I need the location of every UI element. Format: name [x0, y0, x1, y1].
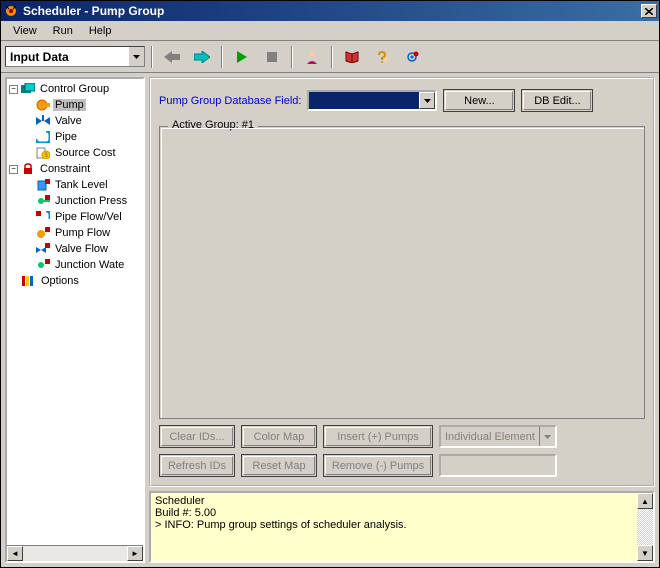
help-icon[interactable] — [369, 44, 395, 70]
scroll-down-icon[interactable]: ▼ — [637, 545, 653, 561]
mode-combo-text: Input Data — [6, 50, 128, 64]
menu-help[interactable]: Help — [81, 23, 120, 39]
junction-icon — [35, 193, 51, 209]
tree-options[interactable]: Options — [7, 273, 143, 289]
scroll-right-icon[interactable]: ► — [127, 546, 143, 561]
chevron-down-icon — [539, 427, 555, 446]
junctionwater-icon — [35, 257, 51, 273]
tank-icon — [35, 177, 51, 193]
dbedit-button[interactable]: DB Edit... — [521, 89, 593, 112]
menu-run[interactable]: Run — [45, 23, 81, 39]
menu-view[interactable]: View — [5, 23, 45, 39]
app-icon — [3, 3, 19, 19]
scroll-left-icon[interactable]: ◄ — [7, 546, 23, 561]
tree-item-pumpflow[interactable]: Pump Flow — [7, 225, 143, 241]
log-text: Scheduler Build #: 5.00 > INFO: Pump gro… — [151, 493, 637, 561]
clearids-button[interactable]: Clear IDs... — [159, 425, 235, 448]
insert-pumps-button[interactable]: Insert (+) Pumps — [323, 425, 433, 448]
tree-root[interactable]: − Control Group — [7, 81, 143, 97]
tree-item-junctionpress[interactable]: Junction Press — [7, 193, 143, 209]
tree-item-tanklevel[interactable]: Tank Level — [7, 177, 143, 193]
close-button[interactable] — [641, 4, 657, 18]
user-icon[interactable] — [299, 44, 325, 70]
tree-item-pipeflow[interactable]: Pipe Flow/Vel — [7, 209, 143, 225]
window-title: Scheduler - Pump Group — [23, 4, 639, 18]
main-area: − Control Group Pump Valve Pi — [1, 73, 659, 567]
empty-field — [439, 454, 557, 477]
valve-icon — [35, 113, 51, 129]
mode-combo[interactable]: Input Data — [5, 46, 145, 67]
group-label: Active Group: #1 — [168, 119, 258, 131]
tree[interactable]: − Control Group Pump Valve Pi — [7, 79, 143, 545]
db-field-label: Pump Group Database Field: — [159, 95, 301, 107]
tree-constraint[interactable]: − Constraint — [7, 161, 143, 177]
log-panel: Scheduler Build #: 5.00 > INFO: Pump gro… — [149, 491, 655, 563]
tree-item-sourcecost[interactable]: $ Source Cost — [7, 145, 143, 161]
tree-item-valve[interactable]: Valve — [7, 113, 143, 129]
colormap-button[interactable]: Color Map — [241, 425, 317, 448]
group-icon — [20, 81, 36, 97]
right-panel: Pump Group Database Field: New... DB Edi… — [149, 77, 655, 563]
tree-hscroll[interactable]: ◄ ► — [7, 545, 143, 561]
back-button[interactable] — [159, 44, 185, 70]
titlebar: Scheduler - Pump Group — [1, 1, 659, 21]
cost-icon: $ — [35, 145, 51, 161]
options-icon — [21, 273, 37, 289]
log-vscroll[interactable]: ▲ ▼ — [637, 493, 653, 561]
run-button[interactable] — [229, 44, 255, 70]
form-area: Pump Group Database Field: New... DB Edi… — [149, 77, 655, 487]
tree-item-valveflow[interactable]: Valve Flow — [7, 241, 143, 257]
pipeflow-icon — [35, 209, 51, 225]
tree-item-pipe[interactable]: Pipe — [7, 129, 143, 145]
refreshids-button[interactable]: Refresh IDs — [159, 454, 235, 477]
toolbar: Input Data — [1, 41, 659, 73]
chevron-down-icon — [419, 92, 435, 109]
pump-icon — [35, 97, 51, 113]
collapse-icon[interactable]: − — [9, 165, 18, 174]
tree-item-junctionwater[interactable]: Junction Wate — [7, 257, 143, 273]
pipe-icon — [35, 129, 51, 145]
active-group-box: Active Group: #1 — [159, 126, 645, 419]
element-combo: Individual Element — [439, 425, 557, 448]
pumpflow-icon — [35, 225, 51, 241]
lock-icon — [20, 161, 36, 177]
resetmap-button[interactable]: Reset Map — [241, 454, 317, 477]
menubar: View Run Help — [1, 21, 659, 41]
forward-button[interactable] — [189, 44, 215, 70]
app-window: Scheduler - Pump Group View Run Help Inp… — [0, 0, 660, 568]
collapse-icon[interactable]: − — [9, 85, 18, 94]
remove-pumps-button[interactable]: Remove (-) Pumps — [323, 454, 433, 477]
stop-button[interactable] — [259, 44, 285, 70]
valveflow-icon — [35, 241, 51, 257]
new-button[interactable]: New... — [443, 89, 515, 112]
db-field-combo[interactable] — [307, 90, 437, 111]
tree-panel: − Control Group Pump Valve Pi — [5, 77, 145, 563]
book-icon[interactable] — [339, 44, 365, 70]
scroll-up-icon[interactable]: ▲ — [637, 493, 653, 509]
chevron-down-icon — [128, 47, 144, 66]
tree-item-pump[interactable]: Pump — [7, 97, 143, 113]
gear-icon[interactable] — [399, 44, 425, 70]
